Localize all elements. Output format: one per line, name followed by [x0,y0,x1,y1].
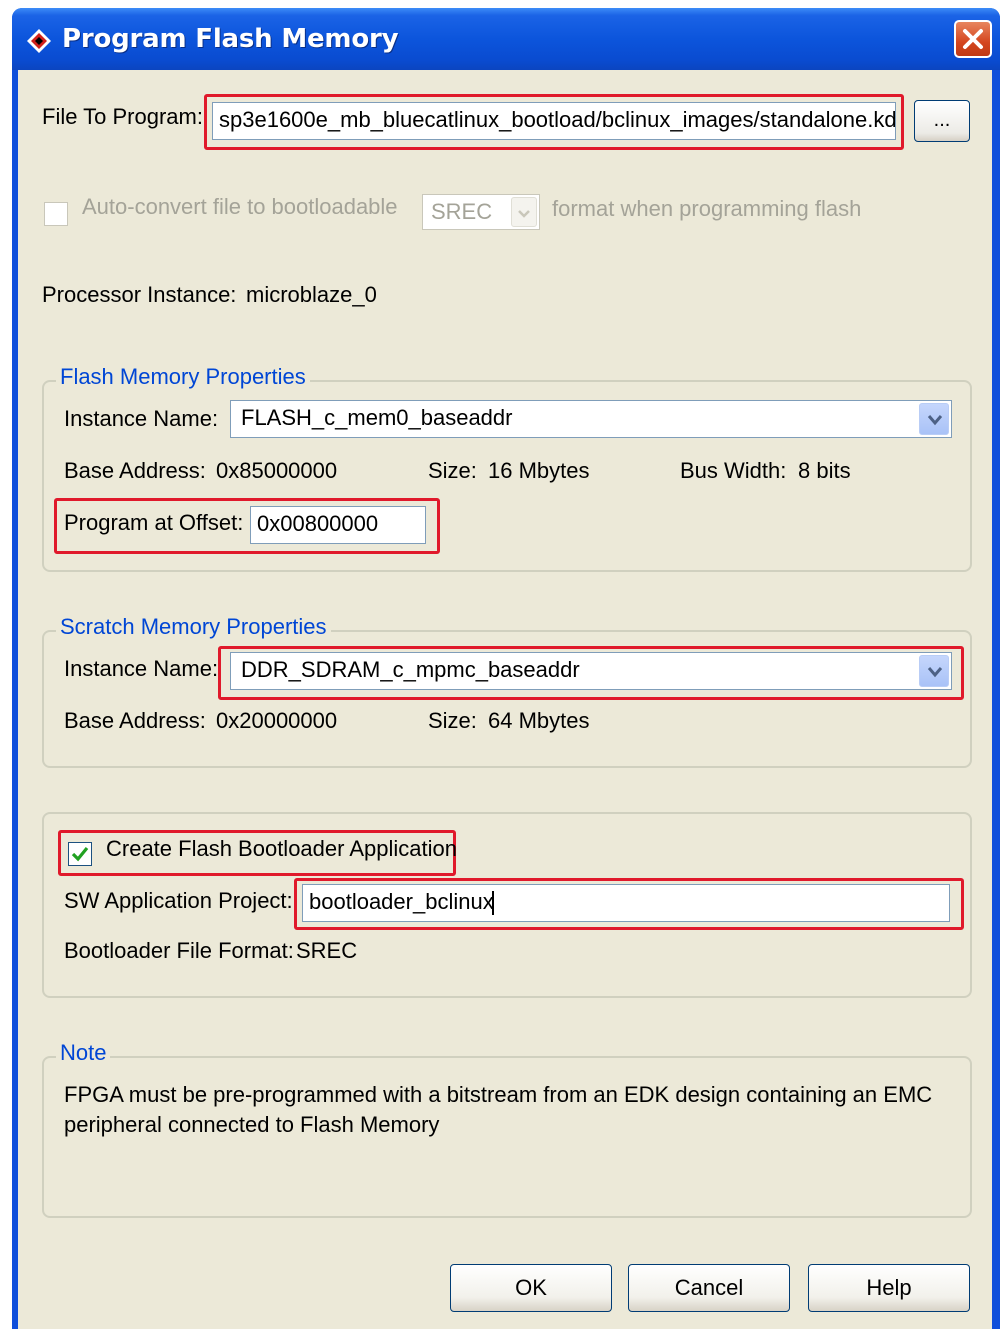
browse-button[interactable]: ... [914,100,970,142]
bootloader-format-label: Bootloader File Format: [64,938,294,963]
scratch-instance-dropdown-arrow[interactable] [919,655,949,687]
program-offset-input[interactable]: 0x00800000 [250,506,426,544]
bootloader-format-value: SREC [296,938,358,963]
sw-project-value: bootloader_bclinux [309,889,494,914]
scratch-instance-select[interactable]: DDR_SDRAM_c_mpmc_baseaddr [230,652,952,690]
flash-base-address-value: 0x85000000 [216,458,338,483]
autoconvert-suffix: format when programming flash [552,196,862,221]
note-text: FPGA must be pre-programmed with a bitst… [64,1082,933,1137]
close-icon [963,29,983,49]
flash-size-label: Size: [428,458,477,483]
flash-memory-group-title: Flash Memory Properties [56,364,310,390]
scratch-instance-value: DDR_SDRAM_c_mpmc_baseaddr [241,657,580,682]
processor-instance-label: Processor Instance: [42,282,237,307]
note-group-title: Note [56,1040,111,1066]
scratch-instance-label: Instance Name: [64,656,219,681]
flash-size-value: 16 Mbytes [488,458,590,483]
create-bootloader-label: Create Flash Bootloader Application [106,836,457,861]
help-button[interactable]: Help [808,1264,970,1312]
format-dropdown-arrow[interactable] [511,197,537,227]
window-title: Program Flash Memory [62,24,399,54]
format-select-value: SREC [431,199,493,224]
dialog-window: Program Flash Memory File To Program: sp… [12,8,1000,1329]
close-button[interactable] [954,20,992,58]
chevron-down-icon [927,667,943,678]
program-offset-label: Program at Offset: [64,510,244,535]
text-cursor [491,891,494,916]
scratch-base-address-value: 0x20000000 [216,708,338,733]
scratch-size-value: 64 Mbytes [488,708,590,733]
file-to-program-input[interactable]: sp3e1600e_mb_bluecatlinux_bootload/bclin… [212,102,896,140]
sw-project-label: SW Application Project: [64,888,293,913]
xilinx-diamond-icon [26,28,52,54]
checkmark-icon [71,846,89,862]
scratch-size-label: Size: [428,708,477,733]
flash-instance-dropdown-arrow[interactable] [919,403,949,435]
flash-bus-width-label: Bus Width: [680,458,787,483]
format-select[interactable]: SREC [422,194,540,230]
chevron-down-icon [927,415,943,426]
flash-instance-value: FLASH_c_mem0_baseaddr [241,405,513,430]
sw-project-input[interactable]: bootloader_bclinux [302,884,950,922]
flash-instance-select[interactable]: FLASH_c_mem0_baseaddr [230,400,952,438]
flash-instance-label: Instance Name: [64,406,219,431]
create-bootloader-checkbox[interactable] [68,842,92,866]
dialog-client-area: File To Program: sp3e1600e_mb_bluecatlin… [18,70,992,1329]
autoconvert-checkbox[interactable] [44,202,68,226]
scratch-base-address-label: Base Address: [64,708,206,733]
ok-button[interactable]: OK [450,1264,612,1312]
autoconvert-label: Auto-convert file to bootloadable [82,194,398,219]
title-bar[interactable]: Program Flash Memory [12,8,1000,70]
cancel-button[interactable]: Cancel [628,1264,790,1312]
scratch-memory-group-title: Scratch Memory Properties [56,614,331,640]
processor-instance-value: microblaze_0 [246,282,377,307]
file-to-program-label: File To Program: [42,104,203,129]
chevron-down-icon [518,210,530,218]
flash-base-address-label: Base Address: [64,458,206,483]
flash-bus-width-value: 8 bits [798,458,851,483]
